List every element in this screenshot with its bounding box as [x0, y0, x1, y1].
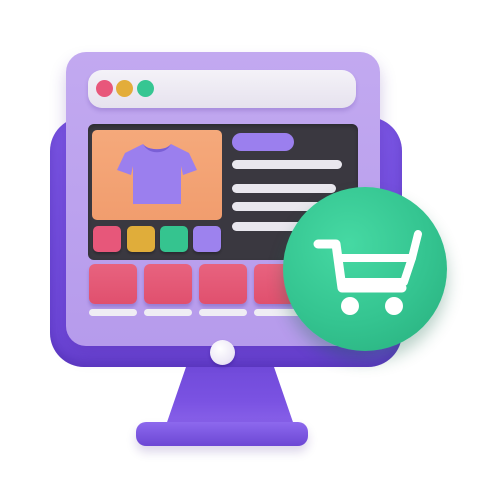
color-swatch-pink [93, 226, 121, 252]
window-maximize-dot [137, 80, 154, 97]
product-tile [144, 264, 192, 304]
window-close-dot [96, 80, 113, 97]
color-swatch-yellow [127, 226, 155, 252]
product-tile [199, 264, 247, 304]
product-tile-caption [144, 309, 192, 316]
power-button [210, 340, 235, 365]
tshirt-icon [117, 144, 197, 204]
color-swatch-purple [193, 226, 221, 252]
color-swatch-green [160, 226, 188, 252]
ecommerce-illustration [0, 0, 500, 500]
description-line [232, 160, 342, 169]
description-line [232, 184, 336, 193]
shopping-cart-icon [313, 230, 422, 315]
product-tile-caption [89, 309, 137, 316]
product-tile [89, 264, 137, 304]
monitor-stand-base [136, 422, 308, 446]
product-title-placeholder [232, 133, 294, 151]
monitor-stand-neck [165, 360, 295, 428]
window-minimize-dot [116, 80, 133, 97]
product-tile-caption [199, 309, 247, 316]
